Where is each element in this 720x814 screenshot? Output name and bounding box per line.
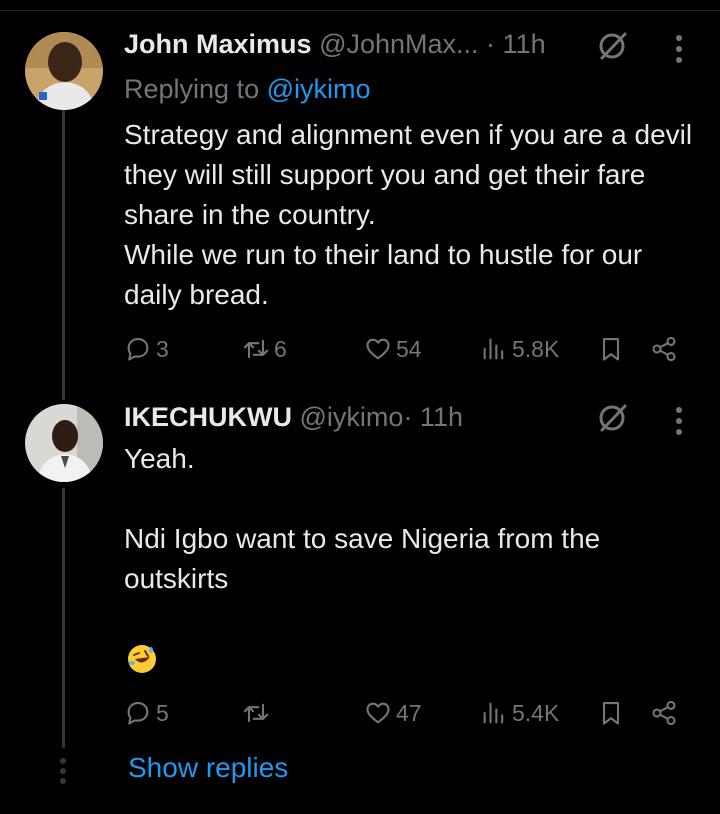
views-button[interactable]: 5.8K xyxy=(480,331,559,367)
retweet-icon xyxy=(243,339,269,359)
thread-connector xyxy=(62,488,65,748)
bookmark-icon xyxy=(602,338,620,361)
display-name[interactable]: John Maximus xyxy=(124,29,312,59)
bookmark-icon xyxy=(602,702,620,725)
tweet-actions: 3 6 54 5.8K xyxy=(124,331,684,367)
handle[interactable]: @JohnMax... xyxy=(319,29,478,59)
tweet-actions: 5 47 5.4K xyxy=(124,695,684,731)
more-options-icon[interactable] xyxy=(676,407,684,440)
share-button[interactable] xyxy=(650,331,678,367)
like-count: 54 xyxy=(396,335,422,362)
reply-icon xyxy=(127,338,149,361)
reply-button[interactable]: 3 xyxy=(124,331,169,367)
tweet-header: IKECHUKWU @iykimo· 11h xyxy=(124,400,463,434)
more-replies-indicator-icon xyxy=(60,758,68,788)
avatar[interactable] xyxy=(25,32,103,110)
bookmark-button[interactable] xyxy=(597,331,625,367)
display-name[interactable]: IKECHUKWU xyxy=(124,402,292,432)
timestamp[interactable]: · 11h xyxy=(486,29,546,59)
views-button[interactable]: 5.4K xyxy=(480,695,559,731)
grok-icon[interactable] xyxy=(596,29,630,63)
heart-icon xyxy=(366,338,390,360)
tweet-text: Yeah. Ndi Igbo want to save Nigeria from… xyxy=(124,439,699,599)
timestamp[interactable]: · 11h xyxy=(403,402,463,432)
rolling-on-floor-laughing-icon xyxy=(128,645,156,673)
heart-icon xyxy=(366,702,390,724)
handle[interactable]: @iykimo xyxy=(300,402,404,432)
reply-count: 3 xyxy=(156,335,169,362)
top-divider xyxy=(0,0,720,11)
share-icon xyxy=(652,700,676,726)
like-count: 47 xyxy=(396,699,422,726)
share-icon xyxy=(652,336,676,362)
bookmark-button[interactable] xyxy=(597,695,625,731)
tweet-paragraph: Ndi Igbo want to save Nigeria from the o… xyxy=(124,523,601,594)
share-button[interactable] xyxy=(650,695,678,731)
retweet-icon xyxy=(243,703,269,723)
views-icon xyxy=(483,702,504,724)
tweet-paragraph: Strategy and alignment even if you are a… xyxy=(124,119,693,230)
reply-count: 5 xyxy=(156,699,169,726)
reply-icon xyxy=(127,702,149,725)
replying-to-handle[interactable]: @iykimo xyxy=(267,74,371,104)
replying-to: Replying to @iykimo xyxy=(124,74,371,104)
like-button[interactable]: 54 xyxy=(364,331,422,367)
retweet-button[interactable] xyxy=(242,695,274,731)
like-button[interactable]: 47 xyxy=(364,695,422,731)
retweet-button[interactable]: 6 xyxy=(242,331,287,367)
tweet-paragraph: Yeah. xyxy=(124,443,195,474)
avatar[interactable] xyxy=(25,404,103,482)
views-icon xyxy=(483,338,504,360)
retweet-count: 6 xyxy=(274,335,287,362)
show-replies-link[interactable]: Show replies xyxy=(128,752,288,784)
more-options-icon[interactable] xyxy=(676,35,684,68)
view-count: 5.8K xyxy=(512,335,560,362)
reply-button[interactable]: 5 xyxy=(124,695,169,731)
view-count: 5.4K xyxy=(512,699,560,726)
tweet-text: Strategy and alignment even if you are a… xyxy=(124,115,699,315)
tweet-header: John Maximus @JohnMax... · 11h xyxy=(124,27,546,61)
thread-connector xyxy=(62,110,65,400)
grok-icon[interactable] xyxy=(596,401,630,435)
tweet-paragraph: While we run to their land to hustle for… xyxy=(124,239,643,310)
